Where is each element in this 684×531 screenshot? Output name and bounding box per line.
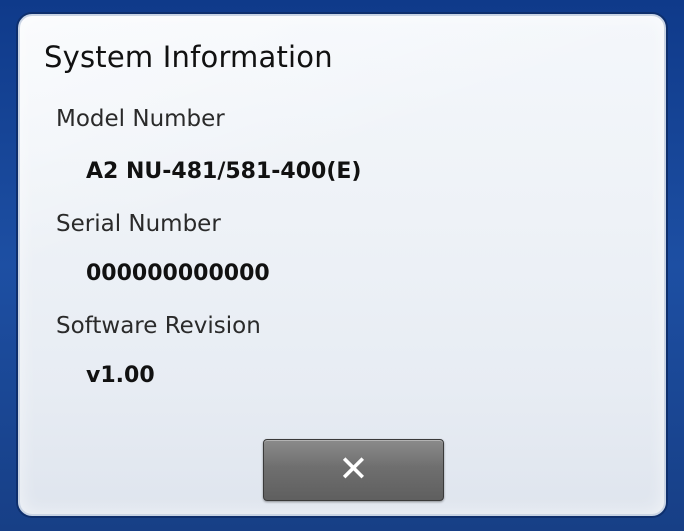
software-revision-label: Software Revision — [56, 313, 261, 339]
system-information-dialog: System Information Model Number A2 NU-48… — [18, 14, 666, 516]
dialog-title: System Information — [44, 40, 333, 74]
close-button[interactable]: ✕ — [263, 439, 444, 501]
model-number-value: A2 NU-481/581-400(E) — [86, 159, 362, 184]
close-icon: ✕ — [338, 449, 369, 490]
serial-number-value: 000000000000 — [86, 261, 270, 286]
serial-number-label: Serial Number — [56, 211, 221, 237]
model-number-label: Model Number — [56, 106, 225, 132]
software-revision-value: v1.00 — [86, 363, 155, 388]
